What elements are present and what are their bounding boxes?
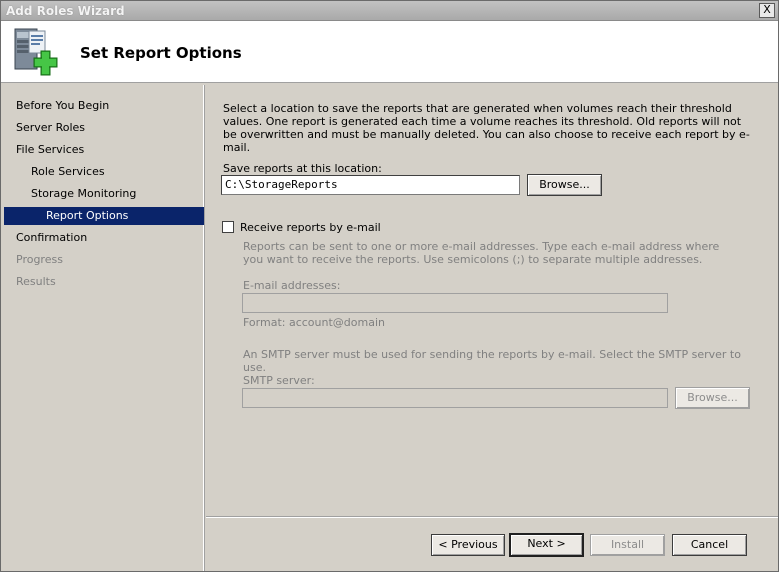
page-description: Select a location to save the reports th… — [223, 102, 750, 154]
window-title: Add Roles Wizard — [6, 4, 125, 18]
add-roles-wizard-window: Add Roles Wizard X Set Report Options Be… — [0, 0, 779, 572]
close-button[interactable]: X — [759, 3, 775, 18]
nav-report-options[interactable]: Report Options — [4, 207, 204, 225]
nav-server-roles[interactable]: Server Roles — [4, 119, 204, 137]
email-addresses-input[interactable] — [242, 293, 668, 313]
email-checkbox-label[interactable]: Receive reports by e-mail — [240, 221, 381, 234]
wizard-header: Set Report Options — [1, 21, 778, 83]
next-button[interactable]: Next > — [509, 533, 584, 557]
nav-before-you-begin[interactable]: Before You Begin — [4, 97, 204, 115]
smtp-server-label: SMTP server: — [243, 374, 315, 387]
smtp-server-input[interactable] — [242, 388, 668, 408]
nav-file-services[interactable]: File Services — [4, 141, 204, 159]
title-bar[interactable]: Add Roles Wizard X — [1, 1, 778, 21]
nav-storage-monitoring[interactable]: Storage Monitoring — [4, 185, 204, 203]
cancel-button[interactable]: Cancel — [672, 534, 747, 556]
email-help-text: Reports can be sent to one or more e-mai… — [243, 240, 720, 266]
email-checkbox[interactable] — [222, 221, 234, 233]
previous-button[interactable]: < Previous — [431, 534, 505, 556]
smtp-help-text: An SMTP server must be used for sending … — [243, 348, 741, 374]
install-button: Install — [590, 534, 665, 556]
email-addresses-label: E-mail addresses: — [243, 279, 341, 292]
footer-divider — [206, 516, 778, 518]
save-location-label: Save reports at this location: — [223, 162, 382, 175]
smtp-browse-button: Browse... — [675, 387, 750, 409]
save-location-input[interactable]: C:\StorageReports — [221, 175, 520, 195]
close-icon: X — [763, 3, 771, 16]
nav-results: Results — [16, 275, 56, 288]
server-roles-add-icon — [14, 28, 58, 76]
nav-progress: Progress — [16, 253, 63, 266]
wizard-step-list: Before You Begin Server Roles File Servi… — [1, 85, 204, 571]
nav-confirmation[interactable]: Confirmation — [4, 229, 204, 247]
browse-button[interactable]: Browse... — [527, 174, 602, 196]
page-title: Set Report Options — [80, 44, 242, 62]
email-format-hint: Format: account@domain — [243, 316, 385, 329]
nav-role-services[interactable]: Role Services — [4, 163, 204, 181]
